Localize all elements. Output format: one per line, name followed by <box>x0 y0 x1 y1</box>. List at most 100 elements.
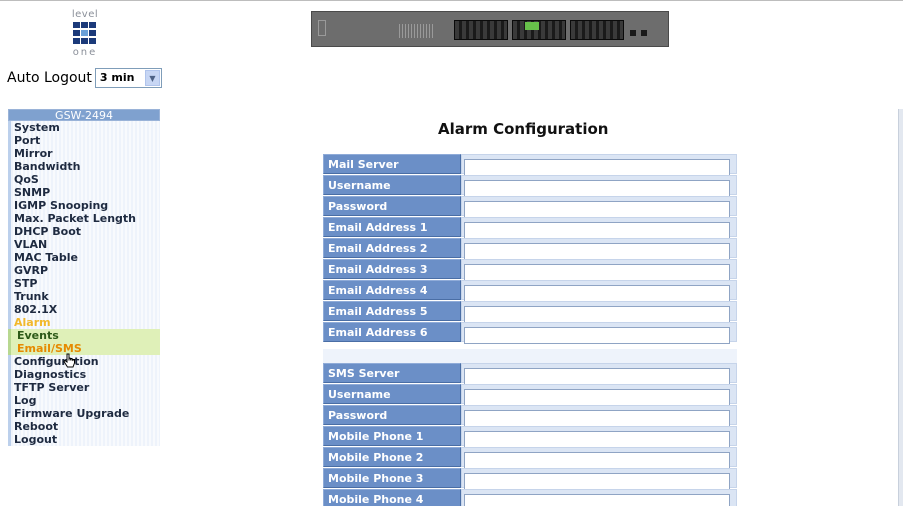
table-row: Username <box>323 384 737 406</box>
table-row: Email Address 4 <box>323 280 737 302</box>
email-password-input[interactable] <box>464 201 730 218</box>
table-row: Password <box>323 196 737 218</box>
sidebar-item-vlan[interactable]: VLAN <box>8 238 160 251</box>
scrollbar[interactable] <box>898 109 903 506</box>
auto-logout: Auto Logout 3 min ▼ <box>7 67 162 89</box>
sidebar-item-max-packet-length[interactable]: Max. Packet Length <box>8 212 160 225</box>
email-address-3-label: Email Address 3 <box>323 259 461 279</box>
sms-username-label: Username <box>323 384 461 404</box>
panel-segment <box>318 20 326 36</box>
sms-password-label: Password <box>323 405 461 425</box>
sidebar-item-qos[interactable]: QoS <box>8 173 160 186</box>
table-row: Mobile Phone 1 <box>323 426 737 448</box>
table-row: Mail Server <box>323 154 737 176</box>
table-row: Mobile Phone 2 <box>323 447 737 469</box>
table-row: SMS Server <box>323 363 737 385</box>
email-address-1-input[interactable] <box>464 222 730 239</box>
email-address-4-input[interactable] <box>464 285 730 302</box>
chevron-down-icon[interactable]: ▼ <box>144 70 160 86</box>
sidebar-item-mirror[interactable]: Mirror <box>8 147 160 160</box>
sidebar-item-mac-table[interactable]: MAC Table <box>8 251 160 264</box>
email-address-5-label: Email Address 5 <box>323 301 461 321</box>
sms-username-input[interactable] <box>464 389 730 406</box>
sidebar-item-log[interactable]: Log <box>8 394 160 407</box>
sms-server-label: SMS Server <box>323 363 461 383</box>
table-row: Email Address 3 <box>323 259 737 281</box>
mail-server-input[interactable] <box>464 159 730 176</box>
email-address-6-label: Email Address 6 <box>323 322 461 342</box>
sidebar-item-tftp-server[interactable]: TFTP Server <box>8 381 160 394</box>
mail-server-label: Mail Server <box>323 154 461 174</box>
sidebar-item-trunk[interactable]: Trunk <box>8 290 160 303</box>
port-led <box>525 22 539 30</box>
sidebar-item-diagnostics[interactable]: Diagnostics <box>8 368 160 381</box>
sidebar-item-8021x[interactable]: 802.1X <box>8 303 160 316</box>
table-row: Email Address 2 <box>323 238 737 260</box>
email-address-2-input[interactable] <box>464 243 730 260</box>
sidebar-item-logout[interactable]: Logout <box>8 433 160 446</box>
section-divider <box>323 349 737 363</box>
logo-top-text: level <box>71 9 99 20</box>
table-row: Email Address 5 <box>323 301 737 323</box>
table-row: Mobile Phone 3 <box>323 468 737 490</box>
table-row: Email Address 6 <box>323 322 737 344</box>
sms-server-input[interactable] <box>464 368 730 385</box>
email-address-3-input[interactable] <box>464 264 730 281</box>
logo-bottom-text: one <box>72 47 98 58</box>
email-address-4-label: Email Address 4 <box>323 280 461 300</box>
table-row: Email Address 1 <box>323 217 737 239</box>
left-frame: level one Auto Logout 3 min ▼ GSW-2494 S… <box>0 1 168 506</box>
email-username-label: Username <box>323 175 461 195</box>
sidebar-item-reboot[interactable]: Reboot <box>8 420 160 433</box>
port-group-2 <box>512 20 566 40</box>
table-row: Password <box>323 405 737 427</box>
levelone-logo: level one <box>55 9 115 65</box>
sidebar-item-gvrp[interactable]: GVRP <box>8 264 160 277</box>
email-username-input[interactable] <box>464 180 730 197</box>
sidebar-item-port[interactable]: Port <box>8 134 160 147</box>
port-group-3 <box>570 20 624 40</box>
sidebar-item-configuration[interactable]: Configuration <box>8 355 160 368</box>
auto-logout-value: 3 min <box>99 71 135 84</box>
email-address-2-label: Email Address 2 <box>323 238 461 258</box>
email-password-label: Password <box>323 196 461 216</box>
mobile-phone-4-input[interactable] <box>464 494 730 506</box>
mobile-phone-1-input[interactable] <box>464 431 730 448</box>
sidebar-subitem-events[interactable]: Events <box>8 329 160 342</box>
page: level one Auto Logout 3 min ▼ GSW-2494 S… <box>0 0 903 506</box>
email-settings-table: Mail Server Username Password Email Addr… <box>323 154 737 344</box>
switch-front-panel-image <box>311 11 669 47</box>
sidebar-item-igmp-snooping[interactable]: IGMP Snooping <box>8 199 160 212</box>
email-address-6-input[interactable] <box>464 327 730 344</box>
sidebar-menu: GSW-2494 System Port Mirror Bandwidth Qo… <box>8 109 160 446</box>
sidebar-item-snmp[interactable]: SNMP <box>8 186 160 199</box>
email-address-1-label: Email Address 1 <box>323 217 461 237</box>
sfp-port-2 <box>641 30 647 36</box>
sms-password-input[interactable] <box>464 410 730 427</box>
sidebar-item-bandwidth[interactable]: Bandwidth <box>8 160 160 173</box>
mobile-phone-3-label: Mobile Phone 3 <box>323 468 461 488</box>
sfp-port-1 <box>630 30 636 36</box>
sms-settings-table: SMS Server Username Password Mobile Phon… <box>323 363 737 506</box>
auto-logout-select[interactable]: 3 min ▼ <box>94 68 162 88</box>
mobile-phone-2-label: Mobile Phone 2 <box>323 447 461 467</box>
table-row: Username <box>323 175 737 197</box>
page-title: Alarm Configuration <box>438 120 609 138</box>
menu-header: GSW-2494 <box>8 109 160 122</box>
auto-logout-label: Auto Logout <box>7 70 92 86</box>
logo-mark-icon <box>73 22 96 44</box>
mobile-phone-1-label: Mobile Phone 1 <box>323 426 461 446</box>
mobile-phone-2-input[interactable] <box>464 452 730 469</box>
hand-cursor-icon <box>63 353 75 368</box>
mobile-phone-4-label: Mobile Phone 4 <box>323 489 461 506</box>
sidebar-item-dhcp-boot[interactable]: DHCP Boot <box>8 225 160 238</box>
sidebar-item-alarm[interactable]: Alarm <box>8 316 160 329</box>
sidebar-item-system[interactable]: System <box>8 121 160 134</box>
sidebar-subitem-email-sms[interactable]: Email/SMS <box>8 342 160 355</box>
sidebar-item-stp[interactable]: STP <box>8 277 160 290</box>
port-group-1 <box>454 20 508 40</box>
mobile-phone-3-input[interactable] <box>464 473 730 490</box>
sidebar-item-firmware-upgrade[interactable]: Firmware Upgrade <box>8 407 160 420</box>
email-address-5-input[interactable] <box>464 306 730 323</box>
table-row: Mobile Phone 4 <box>323 489 737 506</box>
